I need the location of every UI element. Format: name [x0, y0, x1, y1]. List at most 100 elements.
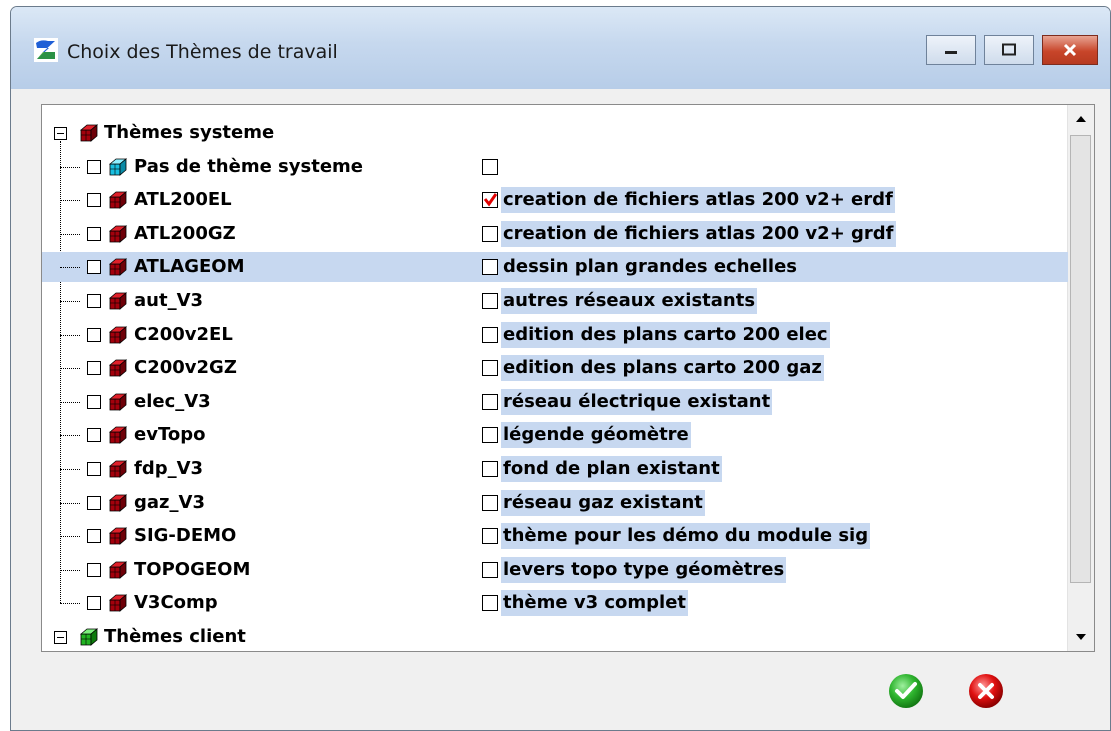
theme-checkbox[interactable]: [482, 461, 498, 477]
theme-description: réseau gaz existant: [501, 489, 705, 516]
theme-checkbox[interactable]: [482, 259, 498, 276]
red-cube-icon: [108, 224, 130, 244]
tree-branch-line: [60, 334, 80, 336]
theme-name-fdp-v3[interactable]: fdp_V3: [134, 458, 203, 480]
tree-node-checkbox[interactable]: [87, 596, 101, 611]
theme-checkbox[interactable]: [482, 293, 498, 309]
tree-branch-line: [60, 200, 80, 202]
tree-branch-line: [60, 368, 80, 370]
theme-checkbox[interactable]: [482, 192, 498, 209]
tree-node-checkbox[interactable]: [87, 495, 101, 510]
tree-branch-line: [60, 536, 80, 538]
cancel-x-icon: [969, 674, 1003, 708]
theme-description: creation de fichiers atlas 200 v2+ grdf: [501, 220, 896, 247]
theme-description: thème v3 complet: [501, 590, 689, 617]
red-cube-icon: [108, 257, 130, 277]
theme-checkbox[interactable]: [482, 595, 498, 612]
theme-name-v3comp[interactable]: V3Comp: [134, 592, 218, 614]
theme-description: creation de fichiers atlas 200 v2+ erdf: [501, 187, 895, 214]
theme-checkbox[interactable]: [482, 494, 498, 511]
tree-branch-line: [60, 603, 80, 605]
theme-name-elec-v3[interactable]: elec_V3: [134, 391, 211, 413]
theme-checkbox[interactable]: [482, 561, 498, 578]
cyan-cube-icon: [108, 157, 130, 177]
maximize-button[interactable]: [984, 35, 1034, 65]
tree-branch-line: [60, 233, 80, 235]
tree-node-checkbox[interactable]: [87, 361, 101, 376]
theme-name-topogeom[interactable]: TOPOGEOM: [134, 559, 250, 581]
vertical-scrollbar[interactable]: [1067, 105, 1094, 651]
theme-description: edition des plans carto 200 elec: [501, 321, 830, 348]
tree-node-checkbox[interactable]: [87, 394, 101, 409]
theme-name-atlageom[interactable]: ATLAGEOM: [134, 256, 245, 278]
tree-node-checkbox[interactable]: [87, 260, 101, 275]
maximize-icon: [1002, 43, 1016, 56]
check-mark-icon: [483, 193, 497, 207]
red-cube-icon: [108, 425, 130, 445]
tree-branch-line: [60, 301, 80, 302]
red-cube-icon: [108, 459, 130, 479]
group-themes-systeme-expander[interactable]: [54, 127, 67, 140]
theme-checkbox[interactable]: [482, 326, 498, 343]
group-themes-client-label[interactable]: Thèmes client: [104, 626, 246, 648]
group-themes-client-expander[interactable]: [54, 631, 67, 644]
dark-red-cube-icon: [79, 123, 101, 143]
theme-description: levers topo type géomètres: [501, 556, 787, 583]
minimize-button[interactable]: [926, 35, 976, 65]
scrollbar-thumb[interactable]: [1070, 135, 1091, 583]
theme-checkbox[interactable]: [482, 158, 498, 175]
theme-description: autres réseaux existants: [501, 288, 758, 314]
theme-name-c200v2el[interactable]: C200v2EL: [134, 324, 233, 346]
theme-checkbox[interactable]: [482, 393, 498, 410]
red-cube-icon: [108, 526, 130, 546]
arrow-down-icon: [1076, 634, 1086, 640]
theme-checkbox[interactable]: [482, 360, 498, 377]
theme-description: réseau électrique existant: [501, 388, 773, 415]
title-bar[interactable]: Choix des Thèmes de travail: [11, 7, 1110, 89]
theme-name-atl200el[interactable]: ATL200EL: [134, 189, 232, 211]
minimize-icon: [945, 51, 957, 54]
theme-checkbox[interactable]: [482, 427, 498, 444]
window-title: Choix des Thèmes de travail: [67, 41, 338, 63]
red-cube-icon: [108, 493, 130, 513]
theme-name-sig-demo[interactable]: SIG-DEMO: [134, 525, 236, 547]
theme-name-pas-de-th-me-systeme[interactable]: Pas de thème systeme: [134, 156, 363, 178]
green-cube-icon: [79, 627, 101, 647]
scroll-down-button[interactable]: [1069, 624, 1093, 650]
themes-tree[interactable]: Thèmes systeme Pas de thème systeme ATL200…: [41, 104, 1095, 652]
arrow-up-icon: [1076, 116, 1086, 122]
cancel-button[interactable]: [967, 672, 1005, 710]
theme-name-aut-v3[interactable]: aut_V3: [134, 290, 203, 312]
scroll-up-button[interactable]: [1069, 106, 1093, 132]
group-themes-systeme-label[interactable]: Thèmes systeme: [104, 122, 274, 144]
theme-description: dessin plan grandes echelles: [501, 254, 800, 281]
tree-node-checkbox[interactable]: [87, 562, 101, 577]
tree-node-checkbox[interactable]: [87, 428, 101, 443]
tree-node-checkbox[interactable]: [87, 226, 101, 241]
red-cube-icon: [108, 560, 130, 580]
theme-name-c200v2gz[interactable]: C200v2GZ: [134, 357, 237, 379]
theme-name-atl200gz[interactable]: ATL200GZ: [134, 223, 236, 245]
red-cube-icon: [108, 325, 130, 345]
tree-connector-line: [60, 141, 61, 604]
tree-node-checkbox[interactable]: [87, 462, 101, 476]
tree-node-checkbox[interactable]: [87, 159, 101, 174]
tree-node-checkbox[interactable]: [87, 327, 101, 342]
tree-node-checkbox[interactable]: [87, 294, 101, 308]
tree-branch-line: [60, 469, 80, 470]
tree-branch-line: [60, 435, 80, 437]
app-logo-icon: [34, 38, 58, 62]
close-button[interactable]: [1042, 35, 1098, 65]
theme-checkbox[interactable]: [482, 528, 498, 545]
tree-node-checkbox[interactable]: [87, 529, 101, 544]
ok-button[interactable]: [887, 672, 925, 710]
tree-node-checkbox[interactable]: [87, 193, 101, 208]
theme-checkbox[interactable]: [482, 225, 498, 242]
tree-branch-line: [60, 569, 80, 571]
tree-branch-line: [60, 401, 80, 403]
theme-name-gaz-v3[interactable]: gaz_V3: [134, 492, 205, 514]
tree-branch-line: [60, 166, 80, 168]
theme-name-evtopo[interactable]: evTopo: [134, 424, 205, 446]
theme-description: edition des plans carto 200 gaz: [501, 355, 824, 382]
checkmark-icon: [889, 674, 923, 708]
